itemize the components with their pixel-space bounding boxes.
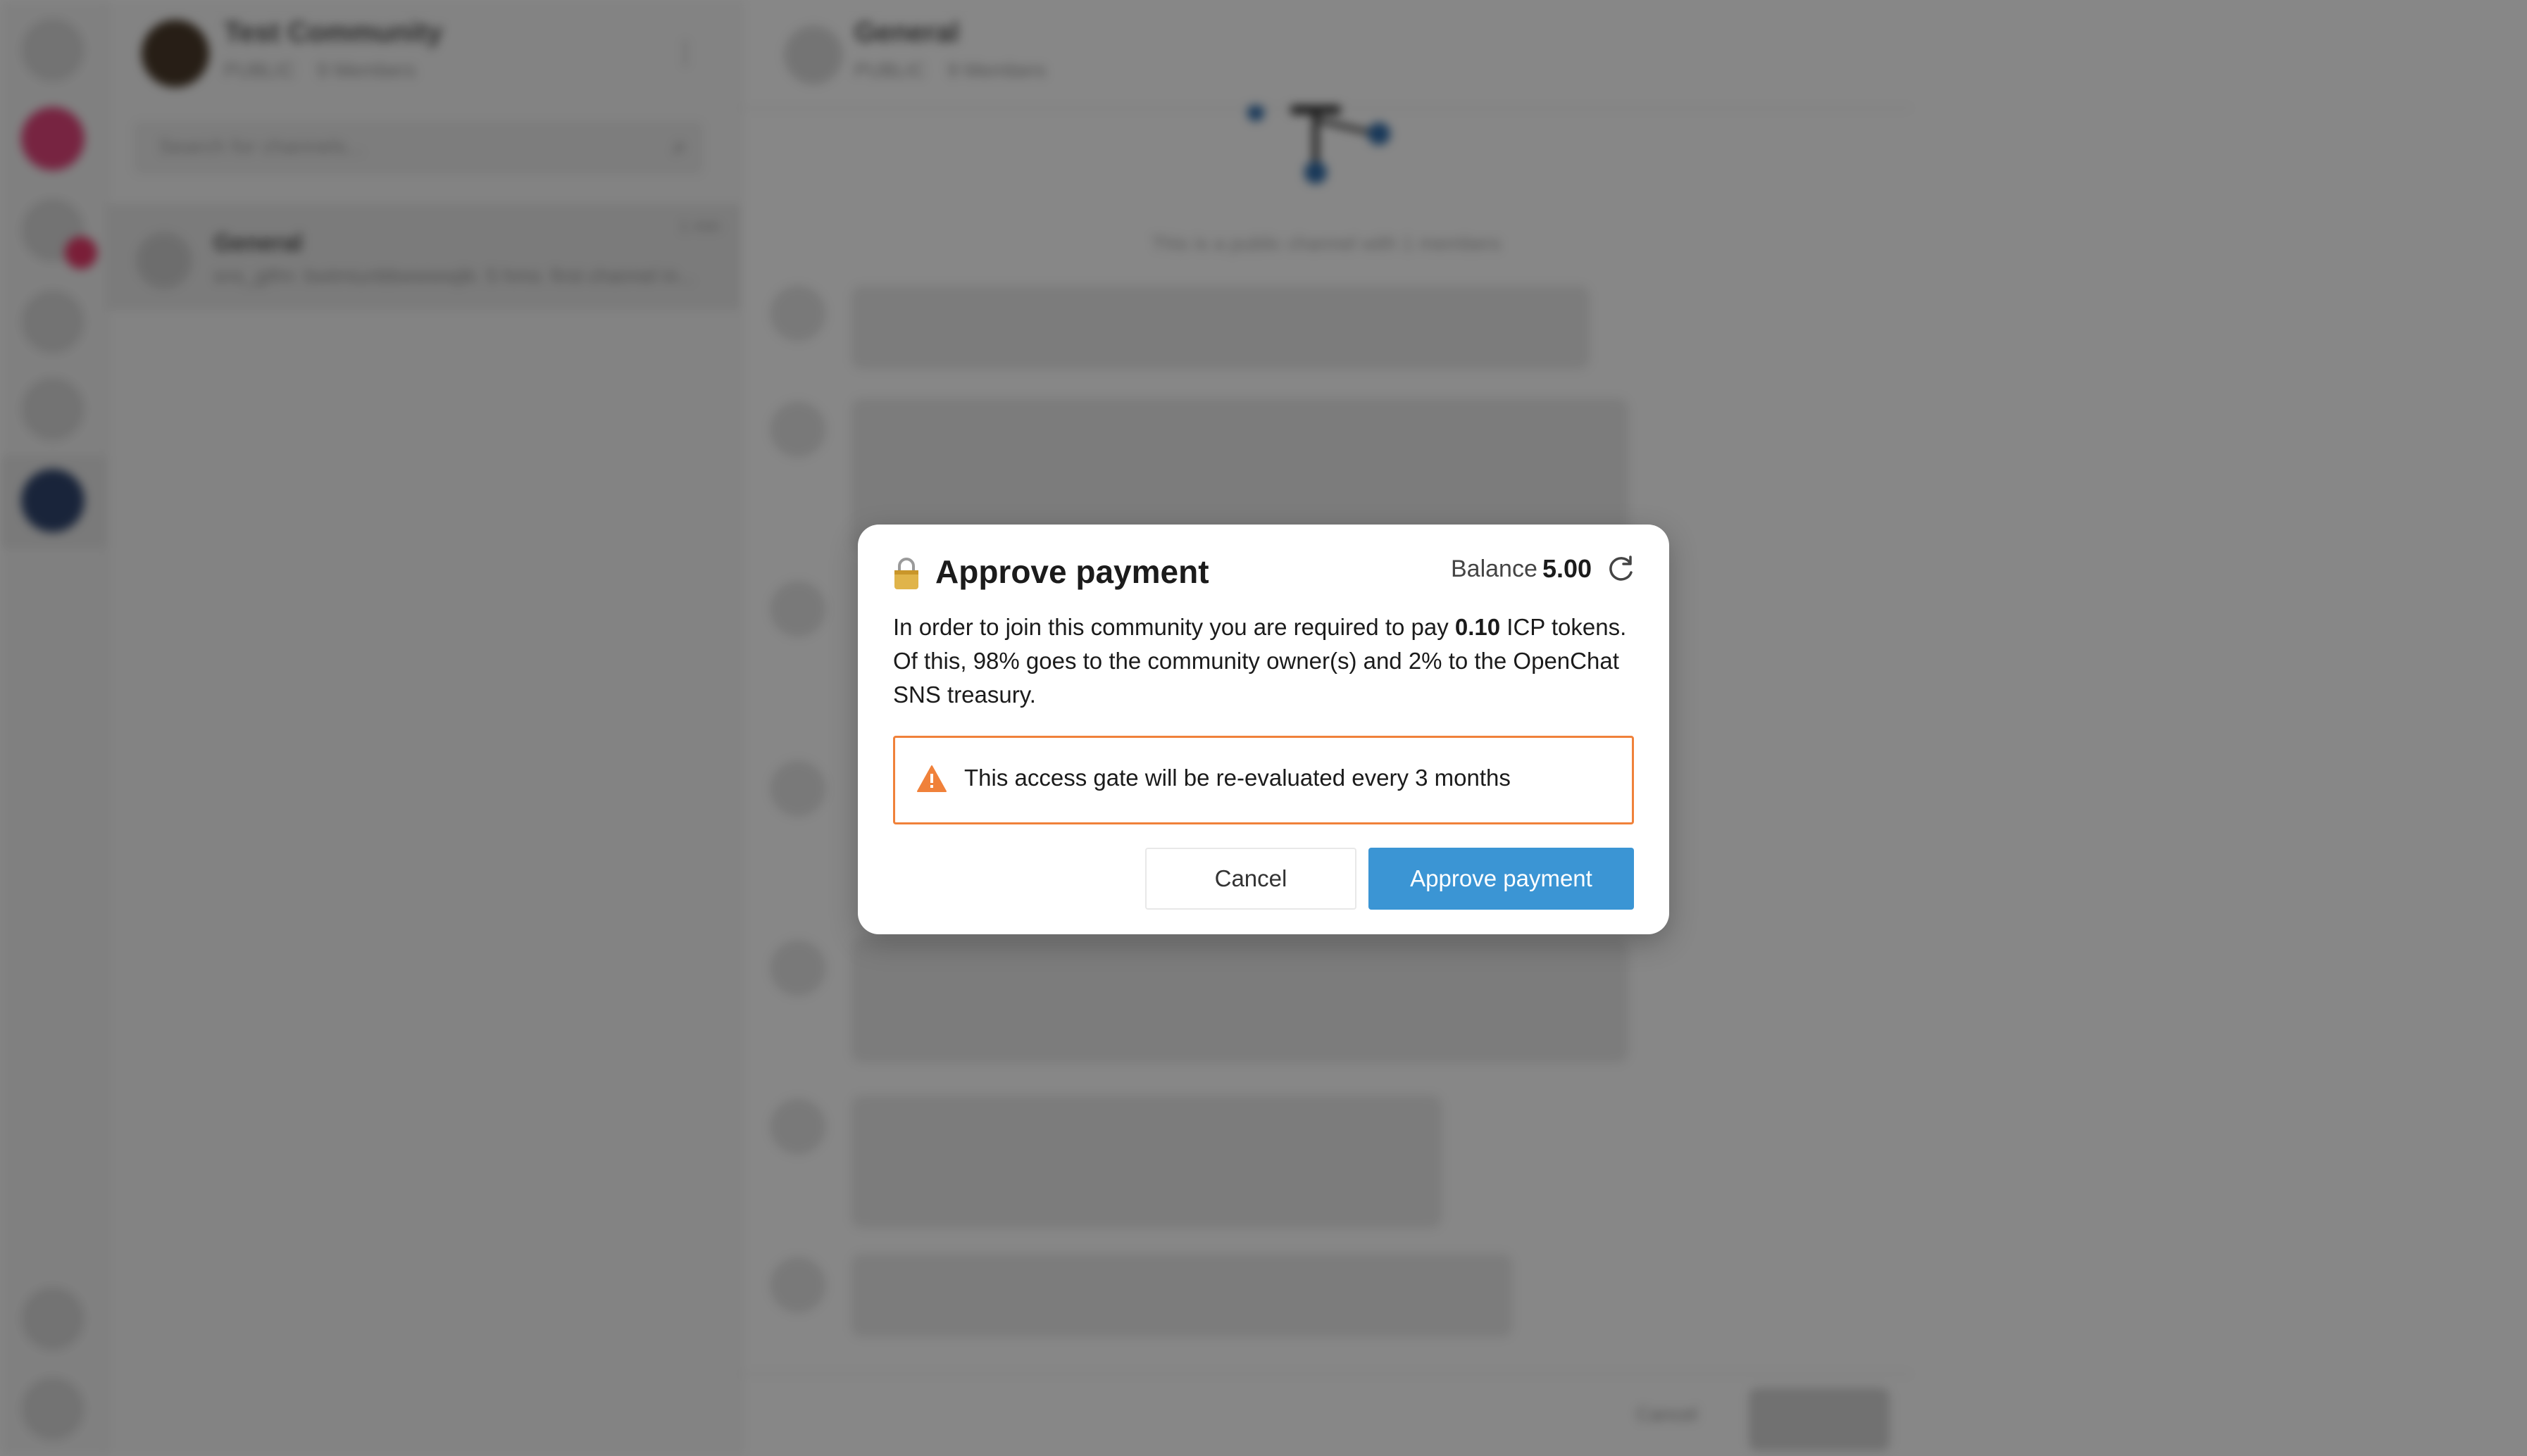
balance-label: Balance [1451,556,1537,582]
warning-text: This access gate will be re-evaluated ev… [964,765,1511,791]
modal-title: Approve payment [935,553,1209,590]
payment-description: In order to join this community you are … [893,610,1640,712]
payment-amount: 0.10 [1454,614,1501,640]
warning-box: This access gate will be re-evaluated ev… [893,736,1634,824]
refresh-icon[interactable] [1604,554,1637,586]
approve-payment-button[interactable]: Approve payment [1368,848,1634,910]
cancel-button[interactable]: Cancel [1145,848,1356,910]
lock-icon [894,558,918,589]
balance-value: 5.00 [1542,554,1592,583]
warning-icon [917,765,947,792]
approve-payment-modal: Approve payment Balance 5.00 In order to… [858,525,1669,934]
description-prefix: In order to join this community you are … [893,614,1455,640]
